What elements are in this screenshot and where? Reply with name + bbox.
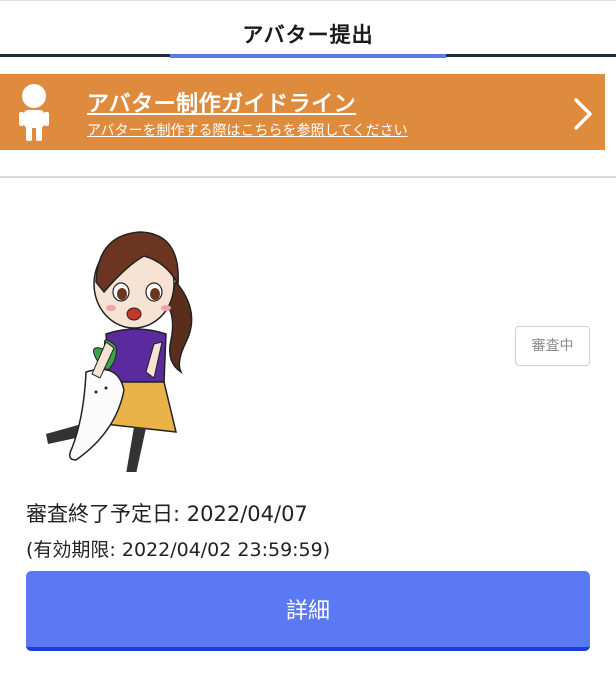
avatar-image xyxy=(46,231,193,472)
status-badge: 審査中 xyxy=(515,326,590,366)
section-divider xyxy=(0,176,616,178)
review-end-date: 審査終了予定日: 2022/04/07 xyxy=(26,502,308,526)
chevron-right-icon xyxy=(574,98,592,130)
guideline-banner[interactable]: アバター制作ガイドライン アバターを制作する際はこちらを参照してください xyxy=(0,74,605,150)
active-tab-indicator xyxy=(170,54,446,58)
page-title: アバター提出 xyxy=(242,23,374,47)
guideline-title[interactable]: アバター制作ガイドライン xyxy=(87,86,356,118)
header: アバター提出 xyxy=(0,0,616,58)
detail-button[interactable]: 詳細 xyxy=(26,571,590,651)
expiry-date: (有効期限: 2022/04/02 23:59:59) xyxy=(26,539,331,561)
person-icon xyxy=(19,84,49,141)
guideline-subtitle[interactable]: アバターを制作する際はこちらを参照してください xyxy=(87,120,408,140)
